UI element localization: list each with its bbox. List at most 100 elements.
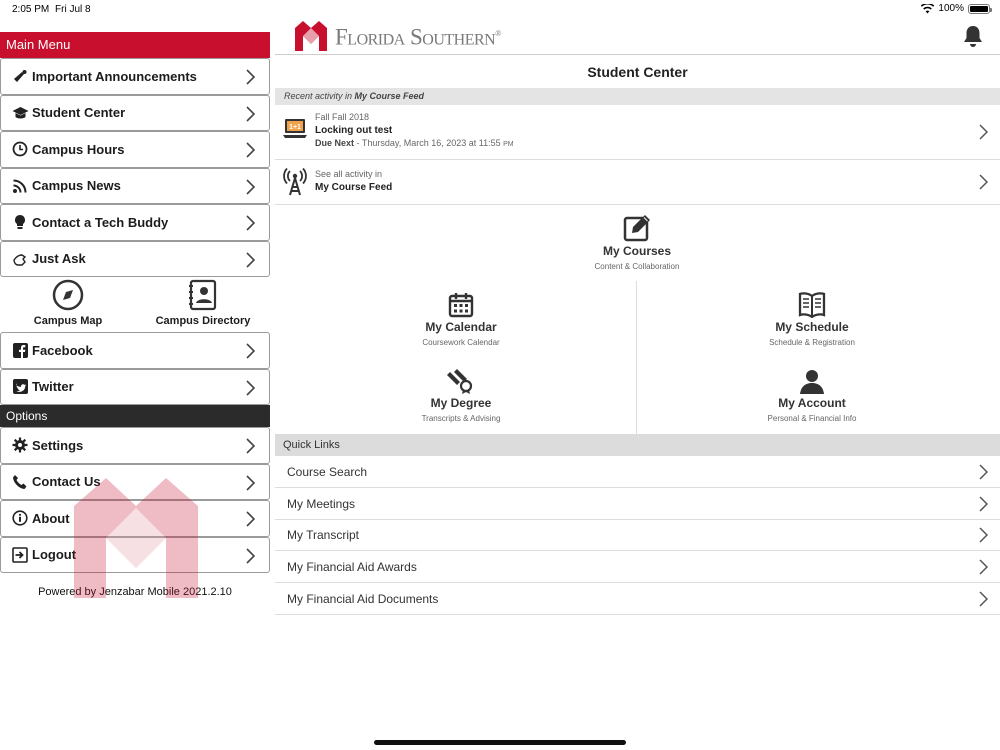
home-indicator[interactable]	[374, 740, 626, 745]
due-text: - Thursday, March 16, 2023 at 11:55	[354, 138, 504, 148]
menu-item-settings[interactable]: Settings	[0, 427, 270, 464]
chevron-right-icon	[246, 251, 255, 268]
gear-icon	[11, 436, 29, 454]
info-icon	[11, 509, 29, 527]
chevron-right-icon	[979, 527, 988, 543]
menu-item-label: Contact a Tech Buddy	[32, 214, 169, 230]
quick-icon-grid: Campus Map Campus Directory	[0, 277, 270, 332]
broadcast-tower-icon	[283, 168, 307, 196]
menu-item-facebook[interactable]: Facebook	[0, 332, 270, 369]
menu-item-about[interactable]: About	[0, 500, 270, 537]
user-icon	[800, 370, 824, 394]
quick-link-label: My Financial Aid Awards	[287, 560, 417, 574]
logo-text: Florida Southern®	[335, 21, 501, 51]
chevron-right-icon	[246, 69, 255, 85]
tile-my-courses[interactable]: My Courses Content & Collaboration	[537, 214, 737, 271]
quick-link-financial-aid-documents[interactable]: My Financial Aid Documents	[275, 583, 1000, 615]
chevron-right-icon	[979, 464, 988, 480]
quick-link-course-search[interactable]: Course Search	[275, 456, 1000, 488]
graduation-cap-icon	[11, 104, 29, 122]
feed-item-term: Fall Fall 2018	[315, 112, 370, 122]
menu-item-label: Student Center	[32, 105, 126, 121]
calendar-icon	[448, 293, 474, 318]
chevron-right-icon	[979, 124, 988, 140]
tile-my-schedule[interactable]: My Schedule Schedule & Registration	[712, 292, 912, 347]
quick-link-label: My Financial Aid Documents	[287, 592, 439, 606]
tile-subtitle: Content & Collaboration	[594, 262, 680, 271]
menu-item-campus-news[interactable]: Campus News	[0, 167, 270, 204]
chevron-right-icon	[979, 496, 988, 512]
menu-item-label: Facebook	[32, 342, 93, 358]
menu-item-label: Twitter	[32, 379, 74, 395]
quick-link-my-meetings[interactable]: My Meetings	[275, 488, 1000, 520]
battery-percent: 100%	[938, 3, 964, 14]
sidebar: Main Menu Important Announcements Studen…	[0, 32, 270, 750]
menu-item-label: Just Ask	[32, 251, 86, 267]
course-laptop-icon: 1+1	[283, 119, 307, 138]
quick-link-my-transcript[interactable]: My Transcript	[275, 519, 1000, 551]
menu-item-label: Contact Us	[32, 474, 101, 490]
campus-map-button[interactable]: Campus Map	[8, 279, 128, 327]
powered-by-text: Powered by Jenzabar Mobile 2021.2.10	[38, 586, 232, 598]
feed-item-row[interactable]: 1+1 Fall Fall 2018 Locking out test Due …	[275, 106, 1000, 160]
chevron-right-icon	[246, 379, 255, 396]
chevron-right-icon	[246, 142, 255, 158]
chevron-right-icon	[246, 178, 255, 195]
page-title: Student Center	[587, 64, 688, 80]
campus-directory-label: Campus Directory	[155, 315, 251, 327]
tile-subtitle: Coursework Calendar	[422, 338, 500, 347]
chevron-right-icon	[979, 591, 988, 607]
status-date: Fri Jul 8	[55, 4, 91, 15]
menu-item-twitter[interactable]: Twitter	[0, 368, 270, 405]
tile-subtitle: Personal & Financial Info	[767, 414, 857, 423]
campus-map-label: Campus Map	[33, 315, 103, 327]
facebook-icon	[11, 341, 29, 359]
see-all-line2: My Course Feed	[315, 182, 393, 193]
pencil-square-icon	[623, 215, 650, 242]
due-ampm: PM	[503, 141, 514, 148]
feed-item-text: Fall Fall 2018 Locking out test Due Next…	[315, 111, 514, 151]
chevron-right-icon	[246, 343, 255, 359]
menu-item-campus-hours[interactable]: Campus Hours	[0, 131, 270, 168]
status-right: 100%	[921, 3, 992, 14]
status-time: 2:05 PM	[12, 4, 50, 15]
notifications-bell-icon[interactable]	[962, 24, 984, 48]
menu-item-label: Settings	[32, 437, 84, 453]
chevron-right-icon	[246, 511, 255, 527]
phone-icon	[11, 473, 29, 491]
twitter-icon	[11, 378, 29, 396]
chevron-right-icon	[246, 215, 255, 231]
menu-item-important-announcements[interactable]: Important Announcements	[0, 58, 270, 95]
menu-item-label: Campus Hours	[32, 141, 125, 157]
tile-subtitle: Transcripts & Advising	[421, 414, 501, 423]
lightbulb-icon	[11, 213, 29, 231]
open-book-icon	[798, 292, 826, 318]
chevron-right-icon	[246, 547, 255, 564]
chevron-right-icon	[246, 105, 255, 122]
tile-my-degree[interactable]: My Degree Transcripts & Advising	[361, 368, 561, 423]
see-all-activity-row[interactable]: See all activity in My Course Feed	[275, 160, 1000, 205]
menu-item-logout[interactable]: Logout	[0, 536, 270, 573]
tile-my-account[interactable]: My Account Personal & Financial Info	[712, 368, 912, 423]
registered-mark: ®	[495, 29, 501, 39]
menu-item-contact-us[interactable]: Contact Us	[0, 463, 270, 500]
tile-subtitle: Schedule & Registration	[769, 338, 855, 347]
quick-links-header: Quick Links	[275, 434, 1000, 456]
campus-directory-button[interactable]: Campus Directory	[143, 279, 263, 327]
menu-item-label: Important Announcements	[32, 68, 197, 84]
menu-item-just-ask[interactable]: Just Ask	[0, 240, 270, 277]
quick-link-label: My Meetings	[287, 497, 356, 511]
chevron-right-icon	[979, 174, 988, 190]
tile-title: My Calendar	[425, 320, 497, 334]
battery-icon	[968, 3, 992, 14]
clock-icon	[11, 140, 29, 158]
menu-item-contact-tech-buddy[interactable]: Contact a Tech Buddy	[0, 204, 270, 241]
svg-text:1+1: 1+1	[289, 124, 301, 131]
quick-link-financial-aid-awards[interactable]: My Financial Aid Awards	[275, 551, 1000, 583]
menu-item-student-center[interactable]: Student Center	[0, 94, 270, 131]
recent-activity-header: Recent activity in My Course Feed	[275, 88, 1000, 105]
tile-my-calendar[interactable]: My Calendar Coursework Calendar	[361, 292, 561, 347]
tile-title: My Courses	[602, 244, 672, 258]
diploma-icon	[447, 369, 473, 394]
rss-icon	[11, 177, 29, 195]
